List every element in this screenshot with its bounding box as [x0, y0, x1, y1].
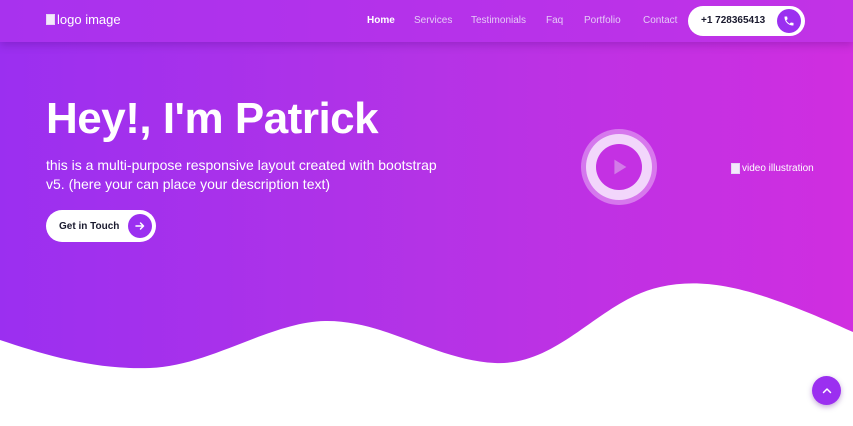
nav-home[interactable]: Home	[367, 15, 395, 26]
arrow-right-icon	[128, 214, 152, 238]
video-play-button[interactable]	[581, 129, 657, 205]
nav-services[interactable]: Services	[414, 15, 452, 26]
hero-title: Hey!, I'm Patrick	[46, 94, 379, 143]
chevron-up-icon	[822, 387, 831, 393]
phone-number: +1 728365413	[701, 15, 766, 26]
nav-portfolio[interactable]: Portfolio	[584, 15, 621, 26]
hero-description: this is a multi-purpose responsive layou…	[46, 157, 437, 192]
phone-icon	[777, 9, 801, 33]
play-icon	[596, 144, 642, 190]
get-in-touch-button[interactable]: Get in Touch	[46, 210, 156, 242]
nav-testimonials[interactable]: Testimonials	[471, 15, 526, 26]
broken-image-icon	[731, 163, 740, 174]
nav-faq[interactable]: Faq	[546, 15, 563, 26]
cta-label: Get in Touch	[59, 221, 120, 232]
video-illustration-alt: video illustration	[742, 163, 814, 174]
navbar: logo image Home Services Testimonials Fa…	[0, 0, 853, 42]
scroll-top-button[interactable]	[812, 376, 841, 405]
play-ring	[586, 134, 652, 200]
phone-button[interactable]: +1 728365413	[688, 6, 805, 36]
video-illustration: video illustration	[731, 163, 814, 174]
nav-contact[interactable]: Contact	[643, 15, 677, 26]
